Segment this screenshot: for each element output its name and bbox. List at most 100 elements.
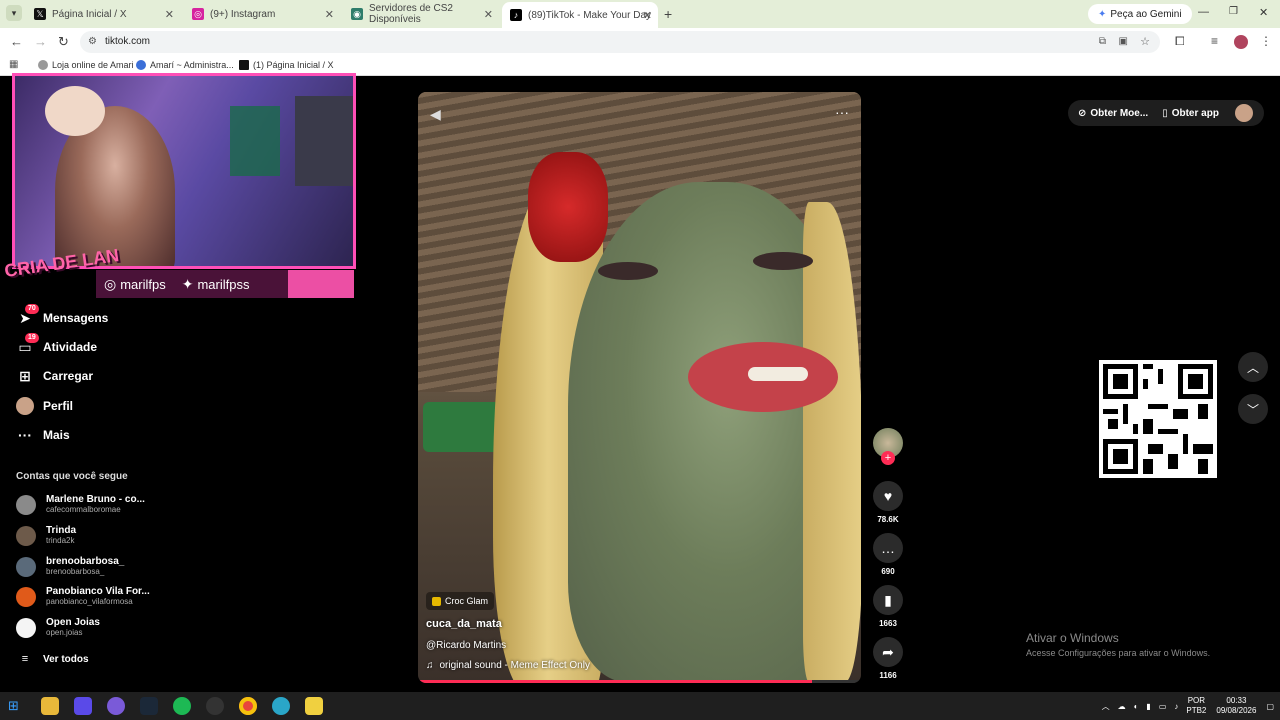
- windows-taskbar: ⊞ ︿ ☁ ◐ ▮ ▭ ♪ POR PTB2 00:33 09/08/2026 …: [0, 692, 1280, 720]
- tab-tiktok[interactable]: ♪ (89)TikTok - Make Your Day ✕: [502, 2, 658, 28]
- install-icon[interactable]: ▣: [1119, 31, 1128, 53]
- forward-icon[interactable]: →: [34, 34, 47, 49]
- like-button[interactable]: ♥ 78.6K: [872, 481, 904, 524]
- see-all-label: Ver todos: [43, 653, 89, 665]
- progress-fill: [418, 680, 813, 683]
- close-icon[interactable]: ✕: [165, 8, 174, 21]
- language-indicator[interactable]: POR PTB2: [1186, 696, 1206, 716]
- sidebar-item-label: Perfil: [43, 399, 74, 413]
- speaker-icon[interactable]: ◐: [1134, 702, 1139, 711]
- media-icon[interactable]: ≡: [1211, 34, 1218, 48]
- account-name: Panobianco Vila For...: [46, 586, 150, 597]
- cloud-icon[interactable]: ☁: [1118, 702, 1126, 711]
- get-coins-button[interactable]: Obter Moe...: [1090, 108, 1148, 119]
- clock[interactable]: 00:33 09/08/2026: [1216, 696, 1256, 716]
- following-account[interactable]: Open Joias open.joias: [16, 617, 100, 638]
- close-icon[interactable]: ✕: [643, 9, 652, 22]
- avatar: [16, 525, 36, 546]
- sidebar-item-profile[interactable]: Perfil: [16, 397, 73, 415]
- translate-icon[interactable]: ⧉: [1099, 31, 1106, 53]
- file-explorer-icon[interactable]: [41, 697, 59, 715]
- app-icon[interactable]: [305, 697, 323, 715]
- close-icon[interactable]: ✕: [484, 8, 493, 21]
- apps-icon[interactable]: [74, 697, 92, 715]
- app-icon[interactable]: [272, 697, 290, 715]
- instagram-icon: ◎: [192, 8, 204, 20]
- get-app-button[interactable]: Obter app: [1172, 108, 1219, 119]
- bookmark-item[interactable]: (1) Página Inicial / X: [239, 60, 334, 70]
- comment-icon: …: [873, 533, 903, 563]
- extensions-icon[interactable]: ⧠: [1175, 34, 1185, 49]
- share-button[interactable]: ➦ 1166: [872, 637, 904, 680]
- bookmark-item[interactable]: Loja online de Amari: [38, 60, 134, 70]
- url-text: tiktok.com: [105, 36, 151, 47]
- video-sound[interactable]: ♫ original sound - Meme Effect Only: [426, 660, 590, 671]
- avatar[interactable]: [1234, 104, 1253, 122]
- comment-button[interactable]: … 690: [872, 533, 904, 576]
- network-icon[interactable]: ▭: [1159, 702, 1167, 711]
- mute-icon[interactable]: ◀: [430, 106, 441, 123]
- upload-icon: ⊞: [19, 367, 31, 384]
- save-button[interactable]: ▮ 1663: [872, 585, 904, 628]
- notification-icon[interactable]: ▢: [1266, 702, 1274, 711]
- next-video-button[interactable]: ﹀: [1238, 394, 1268, 424]
- account-handle: open.joias: [46, 628, 83, 637]
- sidebar-item-activity[interactable]: ▭ 19 Atividade: [16, 333, 97, 356]
- site-info-icon[interactable]: ⚙: [88, 31, 97, 53]
- tab-cs2-servers[interactable]: ◉ Servidores de CS2 Disponíveis ✕: [343, 3, 499, 25]
- account-name: Marlene Bruno - co...: [46, 494, 145, 505]
- creator-avatar-button[interactable]: +: [872, 428, 904, 465]
- twitter-icon: ✦: [181, 275, 194, 292]
- previous-video-button[interactable]: ︿: [1238, 352, 1268, 382]
- new-tab-button[interactable]: +: [664, 6, 672, 22]
- steam-icon[interactable]: [140, 697, 158, 715]
- tab-instagram[interactable]: ◎ (9+) Instagram ✕: [184, 3, 340, 25]
- reload-icon[interactable]: ↻: [58, 34, 69, 50]
- spotify-icon[interactable]: [173, 697, 191, 715]
- gemini-button[interactable]: ✦ Peça ao Gemini: [1088, 4, 1192, 24]
- back-icon[interactable]: ←: [10, 34, 23, 49]
- video-progress-bar[interactable]: [418, 680, 861, 683]
- tab-x-home[interactable]: 𝕏 Página Inicial / X ✕: [26, 3, 180, 25]
- sidebar-item-messages[interactable]: ➤ 70 Mensagens: [16, 304, 108, 327]
- minimize-button[interactable]: —: [1198, 6, 1209, 18]
- start-icon[interactable]: ⊞: [8, 697, 26, 715]
- app-icon[interactable]: [107, 697, 125, 715]
- volume-icon[interactable]: ♪: [1174, 702, 1178, 711]
- follow-plus-icon[interactable]: +: [881, 451, 895, 465]
- following-account[interactable]: brenoobarbosa_ brenoobarbosa_: [16, 556, 124, 577]
- account-handle: panobianco_vilaformosa: [46, 597, 133, 606]
- following-account[interactable]: Panobianco Vila For... panobianco_vilafor…: [16, 586, 150, 607]
- apps-grid-icon[interactable]: ▦: [9, 59, 18, 70]
- following-section-title: Contas que você segue: [16, 471, 128, 482]
- chrome-icon[interactable]: [239, 697, 257, 715]
- obs-icon[interactable]: [206, 697, 224, 715]
- more-options-icon[interactable]: ···: [835, 104, 849, 120]
- video-mention[interactable]: @Ricardo Martins: [426, 640, 506, 651]
- headphones-graphic: [45, 86, 105, 136]
- following-account[interactable]: Marlene Bruno - co... cafecommalboromae: [16, 494, 145, 515]
- cs2-server-icon: ◉: [351, 8, 363, 20]
- effect-chip[interactable]: Croc Glam: [426, 592, 495, 610]
- url-field[interactable]: ⚙ tiktok.com ⧉ ▣ ☆: [80, 31, 1160, 53]
- maximize-button[interactable]: ❐: [1229, 6, 1238, 17]
- menu-icon[interactable]: ⋮: [1260, 34, 1272, 48]
- close-icon[interactable]: ✕: [325, 8, 334, 21]
- video-username[interactable]: cuca_da_mata: [426, 618, 502, 630]
- see-all-link[interactable]: ≡ Ver todos: [16, 650, 89, 668]
- watermark-subtitle: Acesse Configurações para ativar o Windo…: [1026, 648, 1211, 658]
- tray-chevron-icon[interactable]: ︿: [1102, 701, 1110, 712]
- video-player[interactable]: ◀ ··· Croc Glam cuca_da_mata @Ricardo Ma…: [418, 92, 861, 683]
- bookmark-item[interactable]: Amarí ~ Administra...: [136, 60, 234, 70]
- profile-avatar[interactable]: [1234, 35, 1248, 49]
- following-account[interactable]: Trinda trinda2k: [16, 525, 76, 546]
- sidebar-item-more[interactable]: ··· Mais: [16, 426, 70, 444]
- mic-icon[interactable]: ▮: [1146, 702, 1150, 711]
- profile-avatar: [16, 397, 34, 415]
- star-icon[interactable]: ☆: [1140, 31, 1150, 53]
- sidebar-item-upload[interactable]: ⊞ Carregar: [16, 367, 93, 385]
- avatar: [16, 586, 36, 607]
- tab-search-button[interactable]: ▾: [6, 5, 22, 21]
- close-window-button[interactable]: ✕: [1259, 6, 1268, 19]
- heart-icon: ♥: [873, 481, 903, 511]
